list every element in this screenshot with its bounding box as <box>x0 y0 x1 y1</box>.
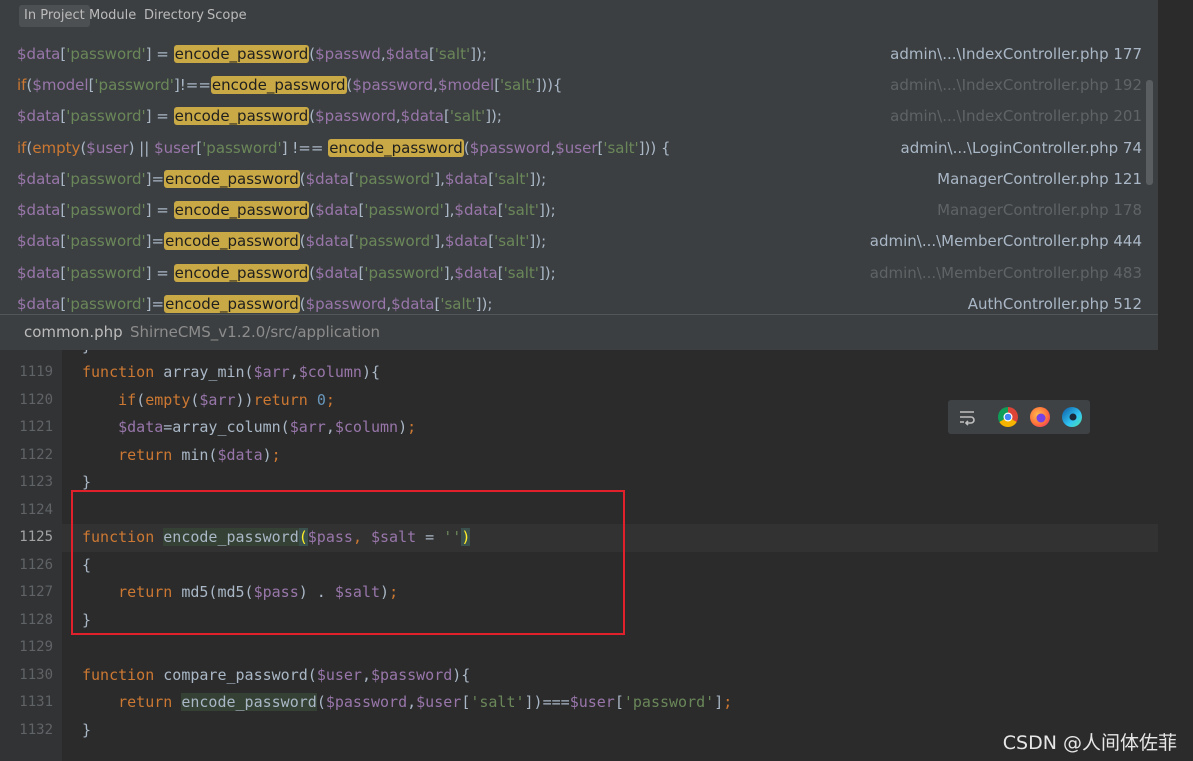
browser-preview-bar <box>948 400 1090 434</box>
line-number-current: 1125 <box>19 529 53 545</box>
scope-tab-module[interactable]: Module <box>84 5 141 27</box>
scope-tab-in-project[interactable]: In Project <box>19 5 90 27</box>
result-location: ManagerController.php 121 <box>937 170 1142 188</box>
scope-tab-directory[interactable]: Directory <box>139 5 209 27</box>
result-code: $data['password'] = encode_password($pas… <box>17 45 487 63</box>
code-line: } <box>82 473 92 491</box>
results-scrollbar[interactable] <box>1146 80 1153 185</box>
result-row[interactable]: if($model['password']!==encode_password(… <box>0 70 1158 101</box>
result-row[interactable]: if(empty($user) || $user['password'] !==… <box>0 133 1158 164</box>
result-row[interactable]: $data['password']=encode_password($data[… <box>0 164 1158 195</box>
result-location: ManagerController.php 178 <box>937 201 1142 219</box>
code-line: } <box>82 721 92 739</box>
line-number: 1127 <box>19 584 53 600</box>
result-row[interactable]: $data['password']=encode_password($passw… <box>0 289 1158 313</box>
result-location: admin\...\MemberController.php 483 <box>869 264 1142 282</box>
result-code: if(empty($user) || $user['password'] !==… <box>17 139 671 157</box>
file-name: common.php <box>24 323 123 341</box>
scope-tab-scope[interactable]: Scope <box>202 5 252 27</box>
line-number: 1128 <box>19 612 53 628</box>
result-code: $data['password']=encode_password($passw… <box>17 295 493 313</box>
line-number: 1132 <box>19 722 53 738</box>
result-location: AuthController.php 512 <box>967 295 1142 313</box>
result-location: admin\...\LoginController.php 74 <box>900 139 1142 157</box>
code-line: return encode_password($password,$user['… <box>118 693 733 711</box>
line-number: 1131 <box>19 694 53 710</box>
result-location: admin\...\IndexController.php 177 <box>890 45 1142 63</box>
result-location: admin\...\IndexController.php 201 <box>890 107 1142 125</box>
file-path: ShirneCMS_v1.2.0/src/application <box>130 323 381 341</box>
annotation-highlight-box <box>71 490 625 635</box>
result-code: $data['password']=encode_password($data[… <box>17 232 547 250</box>
result-row[interactable]: $data['password'] = encode_password($pas… <box>0 101 1158 132</box>
scope-bar: In Project Module Directory Scope <box>0 0 1158 36</box>
result-row[interactable]: $data['password']=encode_password($data[… <box>0 226 1158 257</box>
result-row[interactable]: $data['password'] = encode_password($dat… <box>0 258 1158 289</box>
code-line: function compare_password($user,$passwor… <box>82 666 471 684</box>
code-line: return min($data); <box>118 446 281 464</box>
line-number: 1120 <box>19 392 53 408</box>
line-number: 1124 <box>19 502 53 518</box>
result-code: $data['password'] = encode_password($dat… <box>17 264 556 282</box>
csdn-watermark: CSDN @人间体佐菲 <box>1002 732 1177 754</box>
line-number: 1130 <box>19 667 53 683</box>
result-location: admin\...\MemberController.php 444 <box>869 232 1142 250</box>
result-code: $data['password']=encode_password($data[… <box>17 170 547 188</box>
result-row[interactable]: $data['password'] = encode_password($pas… <box>0 39 1158 70</box>
code-line: function array_min($arr,$column){ <box>82 363 381 381</box>
results-list: $data['password'] = encode_password($pas… <box>0 38 1158 313</box>
code-line: } <box>82 350 91 355</box>
find-usages-popup: In Project Module Directory Scope $data[… <box>0 0 1158 351</box>
firefox-icon[interactable] <box>1030 407 1050 427</box>
word-wrap-icon[interactable] <box>957 407 977 427</box>
result-code: $data['password'] = encode_password($dat… <box>17 201 556 219</box>
result-code: $data['password'] = encode_password($pas… <box>17 107 502 125</box>
edge-icon[interactable] <box>1062 407 1082 427</box>
line-number: 1129 <box>19 639 53 655</box>
line-number: 1123 <box>19 474 53 490</box>
code-line: $data=array_column($arr,$column); <box>118 418 417 436</box>
line-gutter: 1119 1120 1121 1122 1123 1124 1125 1126 … <box>0 350 62 761</box>
result-row[interactable]: $data['password'] = encode_password($dat… <box>0 195 1158 226</box>
result-location: admin\...\IndexController.php 192 <box>890 76 1142 94</box>
preview-file-header: common.php ShirneCMS_v1.2.0/src/applicat… <box>0 314 1158 351</box>
code-line: if(empty($arr))return 0; <box>118 391 335 409</box>
line-number: 1119 <box>19 364 53 380</box>
result-code: if($model['password']!==encode_password(… <box>17 76 563 94</box>
line-number: 1121 <box>19 419 53 435</box>
line-number: 1126 <box>19 557 53 573</box>
chrome-icon[interactable] <box>998 407 1018 427</box>
line-number: 1122 <box>19 447 53 463</box>
